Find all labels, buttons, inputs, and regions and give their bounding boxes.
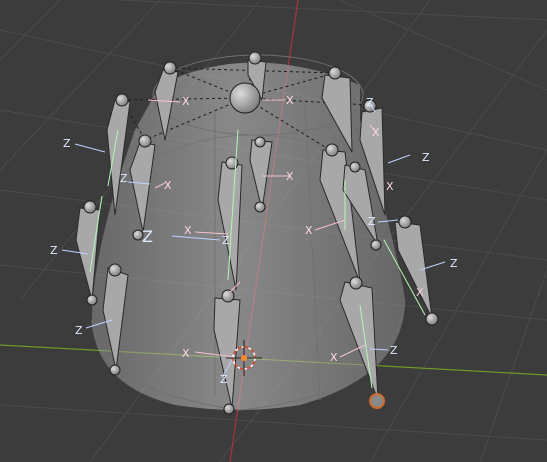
x-axis-label: X	[330, 351, 338, 364]
head-joint[interactable]	[229, 82, 261, 114]
x-axis-label: X	[182, 347, 190, 360]
z-axis-label: Z	[450, 257, 458, 270]
x-axis-label: X	[286, 94, 294, 107]
z-axis-label: Z	[390, 344, 398, 357]
viewport-canvas[interactable]: Z Z Z Z Z Z Z Z Z Z Z Z X X X X X X X X …	[0, 0, 547, 462]
z-axis-label: Z	[142, 227, 153, 246]
x-axis-label: X	[182, 95, 190, 108]
x-axis-label: X	[416, 286, 424, 299]
x-axis-label: X	[286, 170, 294, 183]
selected-bone-tail[interactable]	[369, 393, 385, 409]
z-axis-label: Z	[50, 244, 58, 257]
z-axis-label: Z	[120, 172, 128, 185]
x-axis-label: X	[372, 126, 380, 139]
object-origin	[241, 355, 247, 361]
z-axis-label: Z	[63, 137, 71, 150]
z-axis-label: Z	[422, 151, 430, 164]
3d-viewport[interactable]: Z Z Z Z Z Z Z Z Z Z Z Z X X X X X X X X …	[0, 0, 547, 462]
z-axis-label: Z	[75, 324, 83, 337]
z-axis-label: Z	[220, 373, 228, 386]
x-axis-label: X	[386, 180, 394, 193]
z-axis-label: Z	[222, 234, 230, 247]
x-axis-label: X	[305, 224, 313, 237]
x-axis-label: X	[184, 224, 192, 237]
x-axis-label: X	[164, 179, 172, 192]
z-axis-label: Z	[368, 215, 376, 228]
z-axis-label: Z	[366, 96, 374, 109]
